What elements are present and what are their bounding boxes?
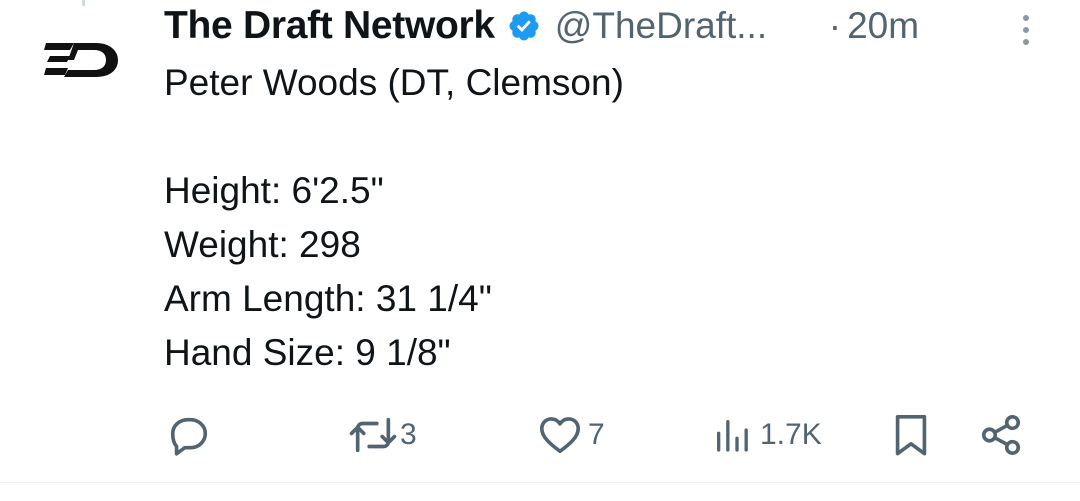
more-options-icon[interactable] bbox=[1014, 12, 1038, 48]
draft-network-logo-icon bbox=[44, 43, 118, 77]
retweet-icon bbox=[349, 417, 397, 453]
thread-line bbox=[82, 0, 85, 6]
like-button[interactable]: 7 bbox=[536, 405, 605, 465]
tweet-text-line: Hand Size: 9 1/8" bbox=[164, 332, 451, 373]
share-button[interactable] bbox=[978, 405, 1024, 465]
reply-icon bbox=[170, 417, 208, 456]
header-separator: · bbox=[828, 5, 842, 46]
tweet-text-line: Peter Woods (DT, Clemson) bbox=[164, 62, 624, 103]
tweet-text-line: Weight: 298 bbox=[164, 224, 361, 265]
bookmark-button[interactable] bbox=[888, 405, 934, 465]
like-count: 7 bbox=[588, 418, 605, 451]
action-bar: 3 7 1.7K bbox=[0, 405, 1080, 465]
heart-icon bbox=[539, 417, 581, 454]
tweet-header: The Draft Network @TheDraft... · 20m bbox=[164, 2, 1044, 50]
reply-button[interactable] bbox=[166, 405, 212, 465]
divider bbox=[0, 482, 1080, 483]
avatar[interactable] bbox=[30, 22, 134, 98]
timestamp[interactable]: 20m bbox=[847, 5, 919, 47]
views-count: 1.7K bbox=[760, 418, 822, 451]
tweet[interactable]: The Draft Network @TheDraft... · 20m Pet… bbox=[0, 0, 1080, 501]
tweet-text-line: Height: 6'2.5" bbox=[164, 170, 384, 211]
views-button[interactable]: 1.7K bbox=[712, 405, 822, 465]
tweet-text-line: Arm Length: 31 1/4" bbox=[164, 278, 492, 319]
verified-badge-icon[interactable] bbox=[507, 9, 541, 43]
retweet-button[interactable]: 3 bbox=[348, 405, 417, 465]
share-icon bbox=[981, 414, 1021, 456]
tweet-text-line bbox=[164, 110, 1044, 164]
author-name[interactable]: The Draft Network bbox=[164, 4, 495, 48]
bookmark-icon bbox=[895, 414, 927, 456]
retweet-count: 3 bbox=[400, 418, 417, 451]
tweet-text: Peter Woods (DT, Clemson) Height: 6'2.5"… bbox=[164, 56, 1044, 380]
author-handle[interactable]: @TheDraft... bbox=[555, 5, 805, 47]
views-icon bbox=[717, 420, 748, 452]
